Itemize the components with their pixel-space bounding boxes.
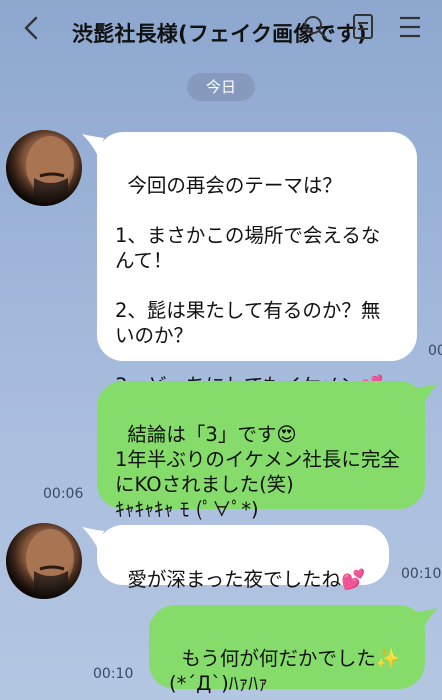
- message-time: 00: [428, 343, 442, 359]
- sparkles-emoji: ✨: [375, 647, 401, 670]
- message-bubble[interactable]: 今回の再会のテーマは？ 1、まさかこの場所で会えるなんて！ 2、髭は果たして有る…: [97, 132, 417, 397]
- message-time: 00:10: [401, 566, 442, 582]
- message-time: 00:06: [43, 486, 84, 502]
- memo-icon[interactable]: [350, 12, 376, 42]
- chat-header: 渋髭社長様(フェイク画像です): [0, 0, 442, 62]
- message-bubble[interactable]: もう何が何だかでした✨ (*´Д`)ﾊｧﾊｧ: [149, 605, 425, 695]
- message-time: 00:10: [93, 666, 134, 682]
- message-text: もう何が何だかでした: [181, 647, 376, 670]
- message-text-continued: (*´Д`)ﾊｧﾊｧ: [169, 672, 268, 695]
- message-text: 今回の再会のテーマは？ 1、まさかこの場所で会えるなんて！ 2、髭は果たして有る…: [115, 174, 381, 397]
- message-text-continued: 1年半ぶりのイケメン社長に完全にKOされました(笑) ｷｬｷｬｷｬ ﾓ (ﾟ∀ﾟ…: [115, 448, 400, 521]
- hearts-emoji: 💕: [341, 568, 366, 591]
- message-text: 結論は「3」です: [127, 423, 277, 446]
- avatar[interactable]: [6, 130, 82, 206]
- heart-eyes-emoji: 😍: [276, 423, 297, 446]
- message-text: 愛が深まった夜でしたね: [127, 568, 342, 591]
- date-separator: 今日: [187, 73, 255, 101]
- search-icon[interactable]: [300, 12, 330, 42]
- message-bubble[interactable]: 結論は「3」です😍 1年半ぶりのイケメン社長に完全にKOされました(笑) ｷｬｷｬ…: [97, 381, 425, 521]
- message-bubble[interactable]: 愛が深まった夜でしたね💕: [97, 525, 389, 591]
- back-chevron-icon[interactable]: [18, 14, 46, 42]
- menu-icon[interactable]: [398, 14, 422, 40]
- avatar[interactable]: [6, 523, 82, 599]
